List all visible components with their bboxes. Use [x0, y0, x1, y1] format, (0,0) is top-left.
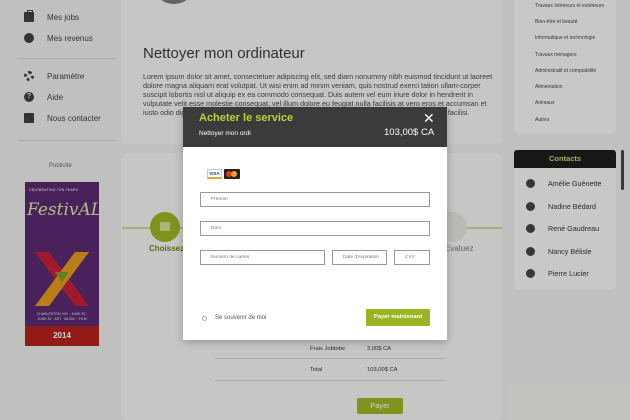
modal-header: Acheter le service ✕ Nettoyer mon ordi 1…: [183, 107, 447, 147]
cvv-field[interactable]: [394, 250, 430, 265]
modal-price: 103,00$ CA: [384, 127, 435, 138]
visa-icon: VISA: [207, 169, 222, 179]
remember-me-label: Se souvenir de moi: [215, 315, 267, 321]
close-icon[interactable]: ✕: [423, 111, 435, 125]
modal-title: Acheter le service: [199, 112, 294, 124]
pay-now-button[interactable]: Payer maintenant: [366, 309, 430, 326]
modal-service-name: Nettoyer mon ordi: [199, 130, 251, 137]
last-name-field[interactable]: [200, 221, 430, 236]
remember-me-checkbox[interactable]: Se souvenir de moi: [202, 315, 266, 321]
first-name-field[interactable]: [200, 192, 430, 207]
purchase-modal: Acheter le service ✕ Nettoyer mon ordi 1…: [183, 107, 447, 340]
radio-circle-icon: [202, 315, 207, 321]
mastercard-icon: [224, 169, 240, 179]
expiry-date-field[interactable]: [332, 250, 387, 265]
card-number-field[interactable]: [200, 250, 325, 265]
